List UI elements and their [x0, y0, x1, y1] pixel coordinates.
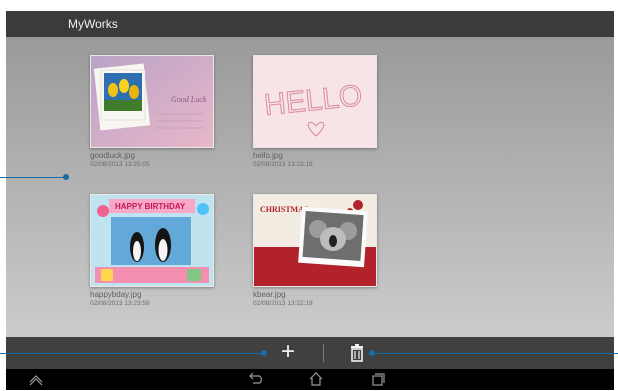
hello-sketch-thumbnail[interactable]: HELLO — [253, 55, 377, 148]
title-bar: MyWorks — [6, 11, 614, 37]
goodluck-card-thumbnail[interactable]: Good Luck — [90, 55, 214, 148]
chevron-up-icon[interactable] — [28, 372, 44, 386]
app-window: MyWorks Good Luck goodluck.jpg 02/08/201… — [6, 11, 614, 390]
home-icon[interactable] — [308, 372, 324, 386]
plus-icon[interactable]: + — [277, 340, 299, 364]
file-date: 02/08/2013 13:22:19 — [253, 300, 313, 307]
file-name: happybday.jpg — [90, 290, 142, 299]
callout-line-add — [0, 353, 264, 354]
thumb-text-goodluck: Good Luck — [171, 95, 207, 104]
happy-birthday-card-thumbnail[interactable]: HAPPY BIRTHDAY — [90, 194, 214, 287]
gallery-grid: Good Luck goodluck.jpg 02/08/2013 13:25:… — [6, 37, 614, 347]
callout-dot-gallery — [63, 174, 69, 180]
callout-line-gallery — [0, 177, 66, 178]
file-date: 02/08/2013 13:25:05 — [90, 161, 150, 168]
file-date: 02/08/2013 13:23:18 — [253, 161, 313, 168]
file-name: hello.jpg — [253, 151, 283, 160]
back-icon[interactable] — [247, 372, 263, 386]
trash-icon[interactable] — [346, 343, 368, 363]
action-divider — [323, 344, 324, 362]
file-name: goodluck.jpg — [90, 151, 135, 160]
app-title: MyWorks — [68, 17, 118, 31]
thumb-text-happybday: HAPPY BIRTHDAY — [115, 202, 186, 211]
callout-dot-delete — [369, 350, 375, 356]
christmas-koala-card-thumbnail[interactable]: CHRISTMAS — [253, 194, 377, 287]
file-name: kbear.jpg — [253, 290, 286, 299]
callout-dot-add — [261, 350, 267, 356]
system-nav-bar — [6, 369, 614, 390]
file-date: 02/08/2013 13:23:58 — [90, 300, 150, 307]
recent-apps-icon[interactable] — [370, 372, 386, 386]
callout-line-delete — [372, 353, 618, 354]
